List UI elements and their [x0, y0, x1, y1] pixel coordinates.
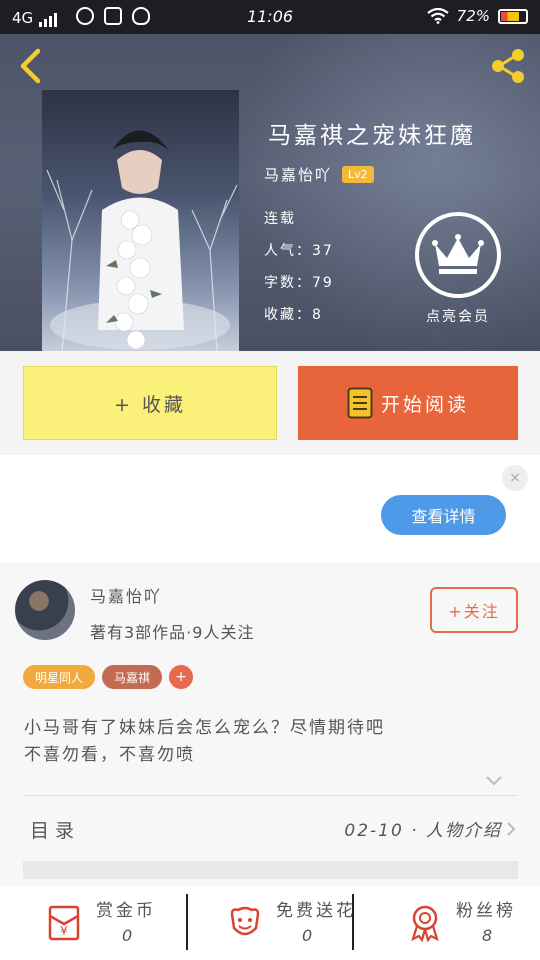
fan-ranking-label: 粉丝榜 [456, 901, 516, 921]
add-to-collection-button[interactable]: + 收藏 [23, 366, 277, 440]
book-title: 马嘉祺之宠妹狂魔 [268, 123, 476, 149]
share-button[interactable] [488, 46, 528, 86]
author-line[interactable]: 马嘉怡吖 Lv2 [264, 164, 374, 185]
author-summary: 著有3部作品·9人关注 [90, 623, 255, 642]
free-flower-button[interactable]: 免费送花 0 [180, 886, 360, 960]
fan-ranking-value: 8 [482, 926, 493, 945]
table-of-contents-row[interactable]: 目录 02-10 · 人物介绍 [0, 796, 540, 860]
follow-button[interactable]: +关注 [430, 587, 518, 633]
fan-ranking-button[interactable]: 粉丝榜 8 [360, 886, 540, 960]
free-flower-value: 0 [302, 926, 313, 945]
red-envelope-icon: ¥ [48, 905, 80, 941]
latest-chapter: 02-10 · 人物介绍 [344, 821, 502, 841]
start-reading-label: 开始阅读 [380, 393, 469, 416]
ad-banner: × 查看详情 [0, 455, 540, 563]
book-cover[interactable] [42, 90, 239, 351]
tag-star-fanfic[interactable]: 明星同人 [23, 665, 96, 689]
view-details-button[interactable]: 查看详情 [381, 495, 506, 535]
bottom-stats-bar: ¥ 赏金币 0 免费送花 0 粉丝榜 8 [0, 886, 540, 960]
word-count: 字数：79 [264, 275, 334, 291]
flower-icon [230, 906, 260, 936]
chevron-right-icon [507, 822, 516, 836]
book-description: 小马哥有了妹妹后会怎么宠么？尽情期待吧 不喜勿看，不喜勿喷 [24, 718, 385, 765]
reward-coins-value: 0 [122, 926, 133, 945]
author-name[interactable]: 马嘉怡吖 [264, 164, 332, 185]
chevron-down-icon [486, 776, 502, 786]
book-icon [347, 387, 373, 419]
cover-illustration [46, 130, 238, 351]
ad-close-button[interactable]: × [502, 465, 528, 491]
expand-description-button[interactable] [485, 771, 503, 789]
divider [352, 894, 354, 950]
serial-status: 连载 [264, 211, 296, 227]
start-reading-button[interactable]: 开始阅读 [298, 366, 518, 440]
share-icon [492, 49, 524, 83]
reward-coins-label: 赏金币 [96, 901, 156, 921]
section-separator [23, 861, 518, 879]
author-level-badge: Lv2 [342, 166, 374, 183]
vip-label: 点亮会员 [426, 309, 490, 325]
battery-percent: 72% [456, 7, 490, 25]
reward-coins-button[interactable]: ¥ 赏金币 0 [0, 886, 180, 960]
favorite-count: 收藏：8 [264, 307, 323, 323]
medal-icon [411, 905, 439, 942]
add-tag-button[interactable]: + [169, 665, 194, 689]
author-section-name[interactable]: 马嘉怡吖 [90, 583, 162, 607]
author-avatar[interactable] [15, 580, 75, 640]
tag-ma-jiaqi[interactable]: 马嘉祺 [102, 665, 163, 689]
crown-icon [432, 234, 484, 274]
battery-icon [498, 8, 528, 24]
wifi-icon [426, 8, 449, 24]
divider [186, 894, 188, 950]
svg-text:¥: ¥ [60, 924, 68, 938]
book-header: 马嘉祺之宠妹狂魔 马嘉怡吖 Lv2 连载 人气：37 字数：79 收藏：8 点亮… [0, 34, 540, 351]
back-button[interactable] [14, 46, 50, 86]
status-bar: 4G 11:06 72% [0, 0, 540, 34]
vip-button[interactable]: 点亮会员 [415, 212, 501, 326]
tag-list: 明星同人 马嘉祺 + [23, 665, 194, 689]
free-flower-label: 免费送花 [276, 901, 356, 921]
action-bar: + 收藏 开始阅读 [0, 351, 540, 455]
popularity: 人气：37 [264, 243, 334, 259]
chevron-left-icon [20, 48, 41, 84]
toc-label: 目录 [30, 820, 81, 842]
